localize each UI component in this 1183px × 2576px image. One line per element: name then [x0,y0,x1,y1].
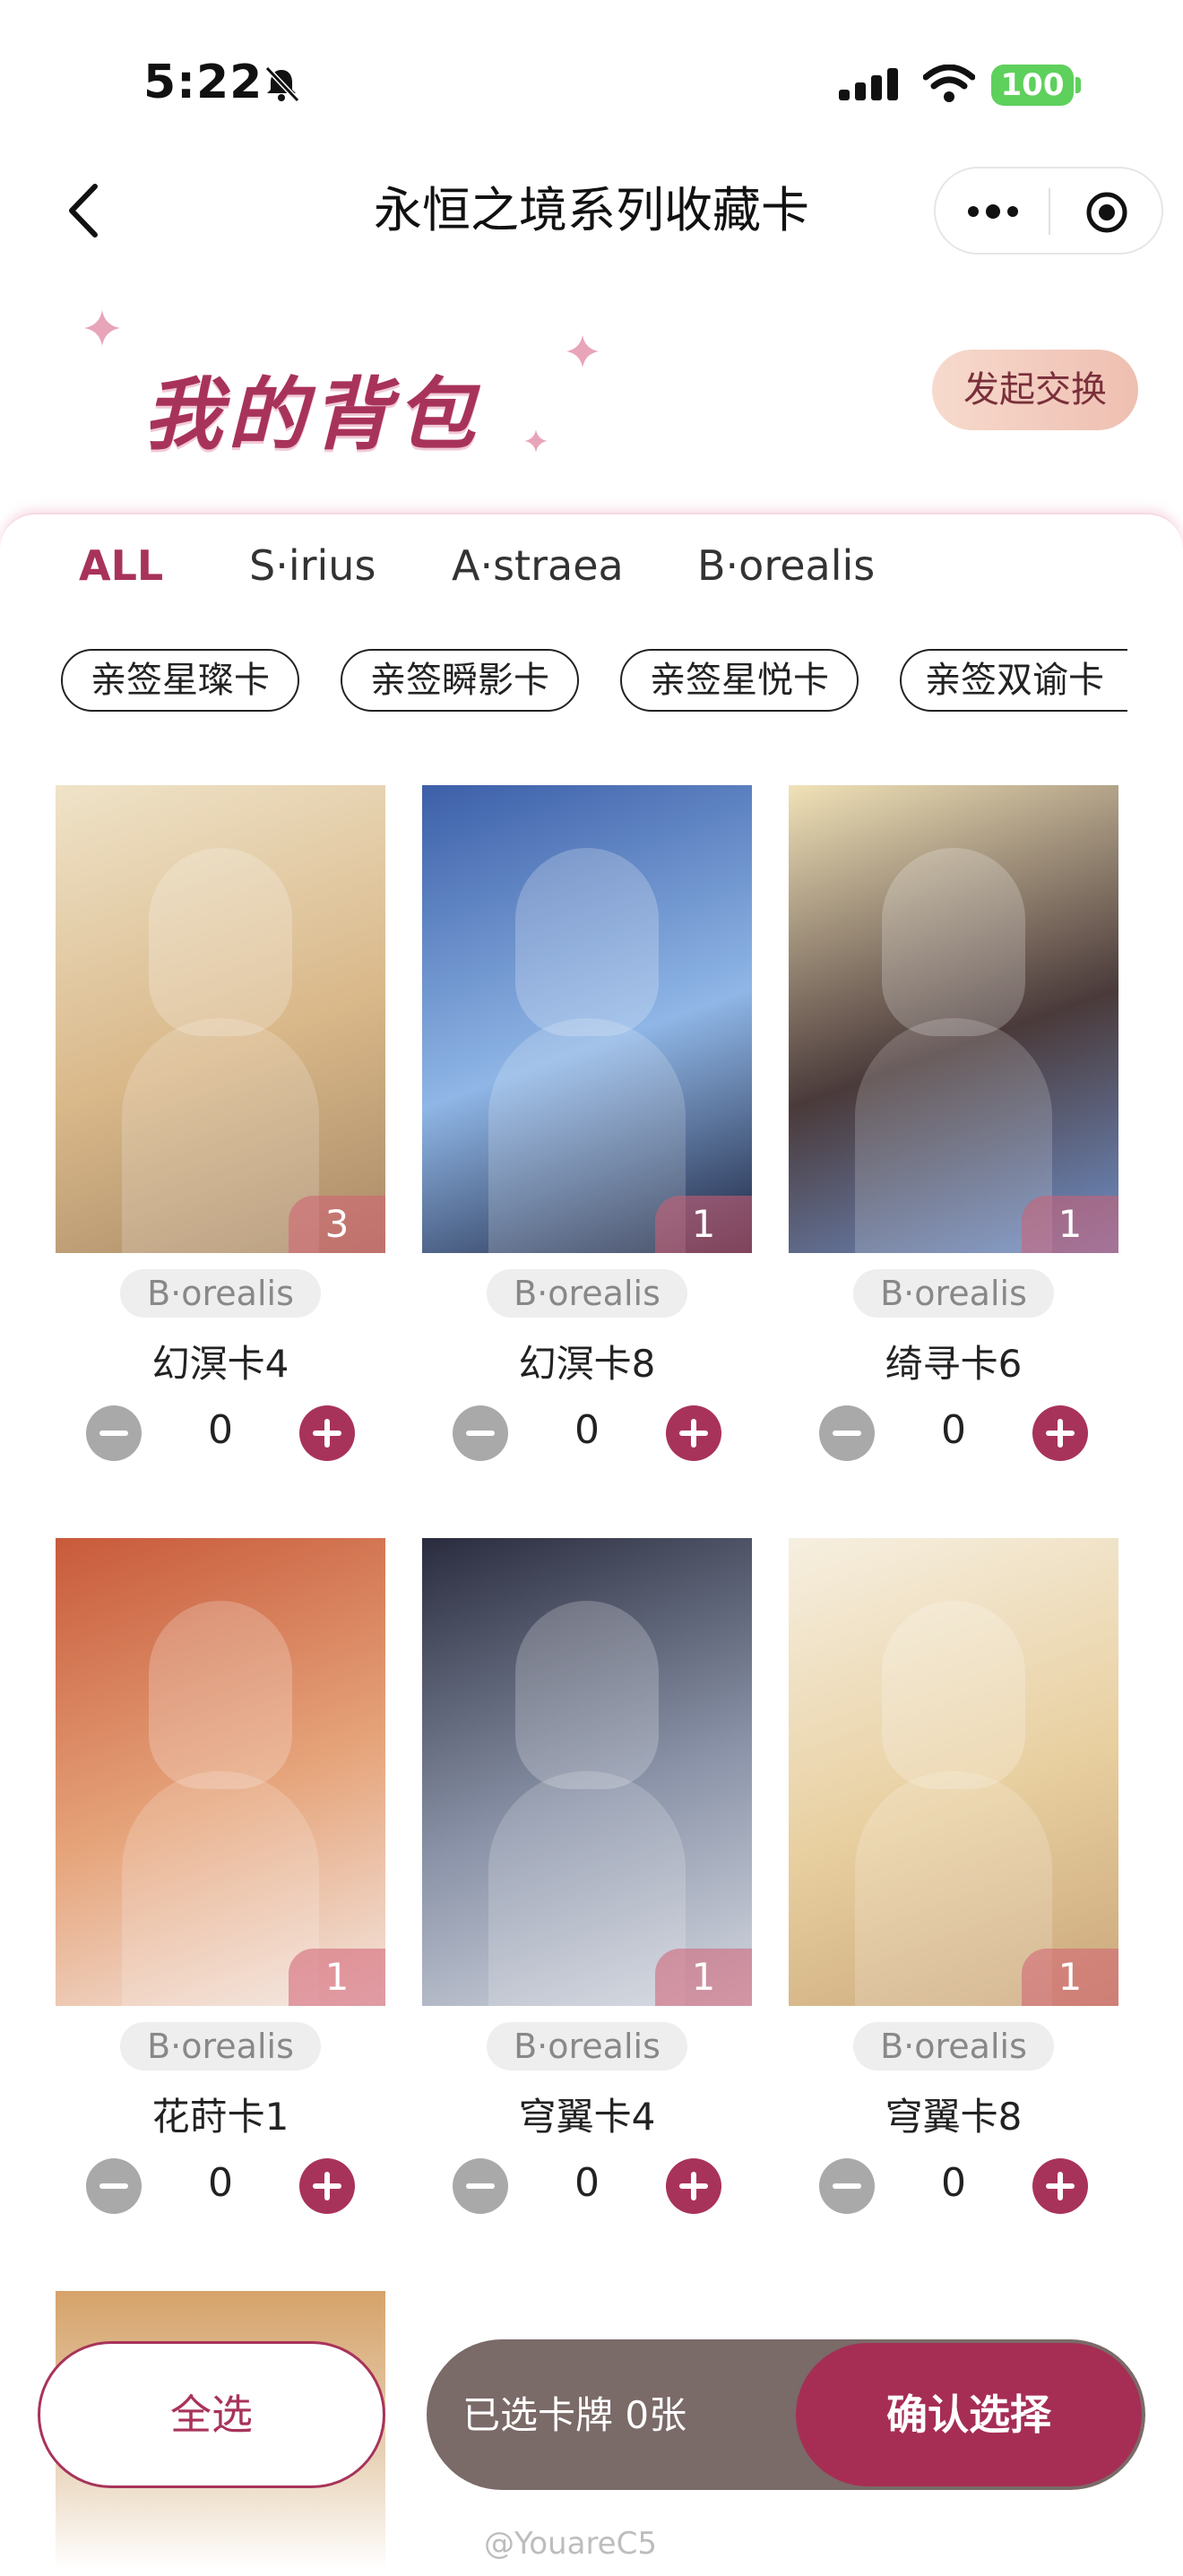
card-image[interactable]: 3 [56,785,385,1253]
minus-icon [99,1431,128,1436]
card-name: 幻溟卡4 [151,1342,289,1386]
tab-astraea[interactable]: A·straea [452,541,624,590]
owned-quantity-badge: 1 [289,1949,385,2006]
start-exchange-button[interactable]: 发起交换 [932,350,1138,430]
owned-quantity-badge: 3 [289,1196,385,1253]
capsule-divider [1049,188,1050,235]
tab-borealis[interactable]: B·orealis [697,541,875,590]
mini-program-capsule [934,167,1163,255]
select-all-button[interactable]: 全选 [38,2341,385,2488]
card-name: 穹翼卡4 [518,2095,656,2139]
card-image[interactable]: 1 [789,785,1118,1253]
decrease-button[interactable] [86,1405,142,1461]
sparkle-icon [84,310,120,346]
battery-indicator: 100 [991,65,1074,106]
decrease-button[interactable] [819,1405,875,1461]
selected-count: 0 [574,2160,600,2206]
sparkle-icon [524,429,548,453]
owned-quantity-badge: 1 [655,1196,752,1253]
my-bag-title: 我的背包 [143,368,481,461]
sparkle-icon [566,334,600,368]
minus-icon [833,2183,861,2189]
card-image[interactable]: 1 [56,1538,385,2006]
selected-count: 0 [941,2160,966,2206]
card-name: 穹翼卡8 [885,2095,1023,2139]
chip-signed-shunying[interactable]: 亲签瞬影卡 [341,649,579,712]
series-tag: B·orealis [487,2022,687,2070]
plus-icon-vertical [691,1419,696,1448]
card-image[interactable]: 1 [422,1538,752,2006]
card-name: 绮寻卡6 [885,1342,1023,1386]
series-tag: B·orealis [120,1269,321,1318]
series-tag: B·orealis [120,2022,321,2070]
plus-icon-vertical [324,1419,330,1448]
plus-icon-vertical [691,2172,696,2200]
increase-button[interactable] [666,2158,721,2214]
plus-icon-vertical [324,2172,330,2200]
card-portrait [882,848,1025,1036]
bell-muted-icon [264,65,300,103]
signal-icon [839,68,898,100]
card-image[interactable]: 1 [789,1538,1118,2006]
selected-count: 0 [208,1407,233,1453]
increase-button[interactable] [299,1405,355,1461]
series-tag: B·orealis [487,1269,687,1318]
owned-quantity-badge: 1 [1022,1196,1118,1253]
increase-button[interactable] [1032,1405,1088,1461]
card-portrait [149,1601,292,1789]
minus-icon [99,2183,128,2189]
battery-level: 100 [1000,67,1065,103]
decrease-button[interactable] [453,2158,508,2214]
selected-count-text: 已选卡牌 0张 [462,2393,687,2437]
chip-signed-xingyue[interactable]: 亲签星悦卡 [620,649,859,712]
decrease-button[interactable] [453,1405,508,1461]
chip-signed-xingcan[interactable]: 亲签星璨卡 [61,649,299,712]
increase-button[interactable] [1032,2158,1088,2214]
chip-signed-shuangyu[interactable]: 亲签双谕卡 [900,649,1127,712]
close-target-icon[interactable] [1084,190,1129,235]
tab-all[interactable]: ALL [79,541,163,590]
series-tag: B·orealis [853,2022,1054,2070]
confirm-selection-button[interactable]: 确认选择 [796,2343,1142,2486]
card-portrait [515,848,659,1036]
card-portrait [149,848,292,1036]
card-portrait [882,1601,1025,1789]
watermark: @YouareC5 [484,2526,657,2562]
more-icon[interactable] [966,203,1020,220]
plus-icon-vertical [1058,2172,1063,2200]
series-tag: B·orealis [853,1269,1054,1318]
minus-icon [466,1431,495,1436]
owned-quantity-badge: 1 [1022,1949,1118,2006]
card-image[interactable]: 1 [422,785,752,1253]
owned-quantity-badge: 1 [655,1949,752,2006]
back-arrow-icon[interactable] [59,179,113,242]
battery-tip [1075,77,1081,93]
minus-icon [833,1431,861,1436]
card-name: 花莳卡1 [151,2095,289,2139]
selected-count: 0 [941,1407,966,1453]
card-name: 幻溟卡8 [518,1342,656,1386]
selected-count: 0 [574,1407,600,1453]
minus-icon [466,2183,495,2189]
increase-button[interactable] [666,1405,721,1461]
page-title: 永恒之境系列收藏卡 [374,182,809,238]
wifi-icon [923,65,975,102]
status-time: 5:22 [143,56,263,109]
decrease-button[interactable] [819,2158,875,2214]
tab-sirius[interactable]: S·irius [249,541,376,590]
increase-button[interactable] [299,2158,355,2214]
plus-icon-vertical [1058,1419,1063,1448]
decrease-button[interactable] [86,2158,142,2214]
card-portrait [515,1601,659,1789]
selected-count: 0 [208,2160,233,2206]
